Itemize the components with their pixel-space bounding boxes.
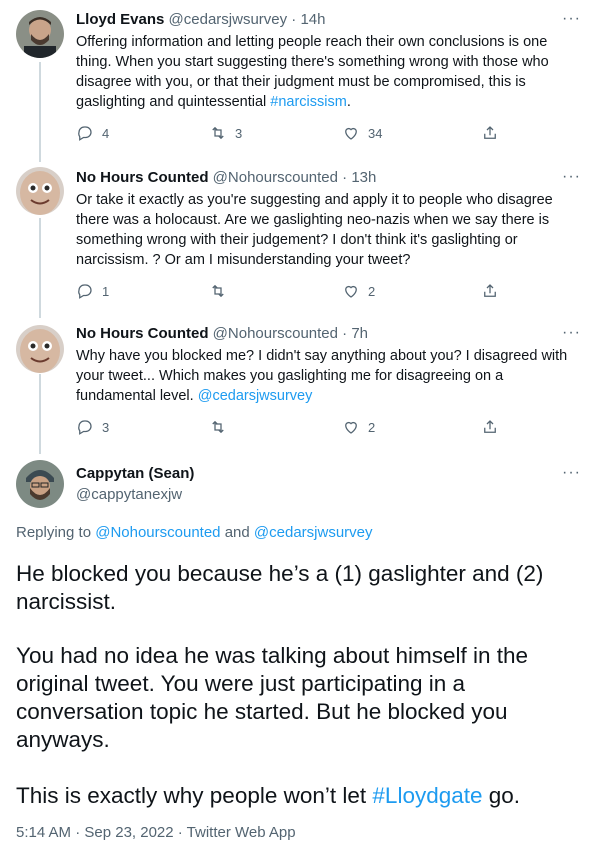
retweet-icon [212, 284, 224, 298]
tweet-paragraph: You had no idea he was talking about him… [16, 643, 529, 752]
share-icon [484, 420, 496, 433]
reply-icon [78, 284, 92, 299]
tweet-timestamp[interactable]: 5:14 AM · Sep 23, 2022 · Twitter Web App [16, 824, 296, 841]
tweet-actions: 3 2 [76, 418, 506, 438]
hashtag-link[interactable]: #narcissism [270, 94, 347, 110]
tweet-text: Why have you blocked me? I didn't say an… [76, 348, 568, 404]
author-handle[interactable]: @Nohourscounted [213, 169, 338, 186]
tweet-text: Or take it exactly as you're suggesting … [76, 192, 553, 268]
author-name[interactable]: Cappytan (Sean) [76, 465, 194, 482]
like-count: 2 [368, 283, 376, 299]
hashtag-link[interactable]: #Lloydgate [372, 783, 482, 808]
reply-count: 1 [102, 283, 110, 299]
share-button[interactable] [481, 124, 499, 142]
share-icon [484, 284, 496, 297]
avatar[interactable] [16, 10, 64, 58]
tweet-actions: 1 2 [76, 282, 506, 302]
avatar[interactable] [16, 167, 64, 215]
like-count: 34 [368, 125, 383, 141]
reply-count: 3 [102, 419, 110, 435]
tweet-item[interactable]: No Hours Counted @Nohourscounted · 7h ··… [0, 316, 606, 456]
more-options-icon[interactable]: ··· [562, 324, 581, 342]
tweet-text: Offering information and letting people … [76, 34, 549, 110]
replying-to: Replying to @Nohourscounted and @cedarsj… [16, 524, 373, 541]
author-handle[interactable]: @Nohourscounted [213, 325, 338, 342]
tweet-item[interactable]: Lloyd Evans @cedarsjwsurvey · 14h ··· Of… [0, 0, 606, 158]
tweet-paragraph: He blocked you because he’s a (1) gaslig… [16, 561, 544, 614]
tweet-time[interactable]: · 13h [342, 169, 376, 186]
more-options-icon[interactable]: ··· [562, 464, 581, 482]
heart-icon [345, 285, 357, 298]
heart-icon [345, 127, 357, 140]
like-count: 2 [368, 419, 376, 435]
mention-link[interactable]: @cedarsjwsurvey [198, 388, 313, 404]
reply-icon [78, 420, 92, 435]
reply-button[interactable]: 1 [76, 282, 109, 300]
like-button[interactable]: 2 [342, 282, 375, 300]
retweet-icon [212, 420, 224, 434]
share-icon [484, 126, 496, 139]
mention-link[interactable]: @Nohourscounted [95, 524, 220, 541]
like-button[interactable]: 2 [342, 418, 375, 436]
tweet-time[interactable]: · 14h [291, 11, 325, 28]
author-name[interactable]: No Hours Counted [76, 325, 209, 342]
tweet-paragraph: This is exactly why people won’t let #Ll… [16, 783, 521, 808]
author-handle[interactable]: @cedarsjwsurvey [169, 11, 288, 28]
retweet-button[interactable] [209, 418, 235, 436]
retweet-button[interactable] [209, 282, 235, 300]
tweet-time[interactable]: · 7h [342, 325, 368, 342]
mention-link[interactable]: @cedarsjwsurvey [254, 524, 373, 541]
retweet-count: 3 [235, 125, 243, 141]
reply-count: 4 [102, 125, 110, 141]
retweet-icon [212, 126, 224, 140]
share-button[interactable] [481, 418, 499, 436]
like-button[interactable]: 34 [342, 124, 382, 142]
more-options-icon[interactable]: ··· [562, 168, 581, 186]
retweet-button[interactable]: 3 [209, 124, 242, 142]
author-handle[interactable]: @cappytanexjw [76, 486, 182, 503]
tweet-item[interactable]: No Hours Counted @Nohourscounted · 13h ·… [0, 158, 606, 316]
avatar[interactable] [16, 325, 64, 373]
share-button[interactable] [481, 282, 499, 300]
heart-icon [345, 421, 357, 434]
author-name[interactable]: Lloyd Evans [76, 11, 164, 28]
reply-icon [78, 126, 92, 141]
reply-button[interactable]: 3 [76, 418, 109, 436]
avatar[interactable] [16, 460, 64, 508]
author-name[interactable]: No Hours Counted [76, 169, 209, 186]
tweet-actions: 4 3 34 [76, 124, 506, 144]
reply-button[interactable]: 4 [76, 124, 109, 142]
more-options-icon[interactable]: ··· [562, 10, 581, 28]
